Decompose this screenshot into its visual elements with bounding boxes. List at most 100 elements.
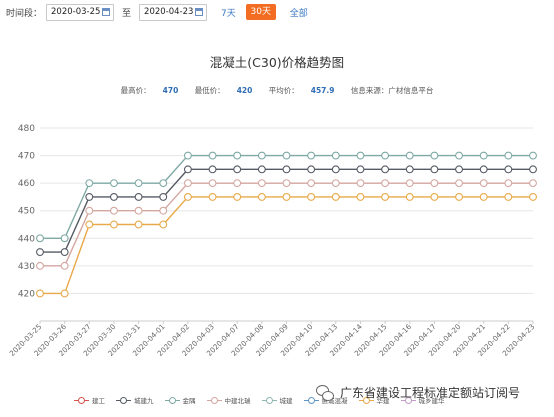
data-point xyxy=(307,179,316,188)
data-point xyxy=(36,248,44,257)
data-point xyxy=(356,179,365,188)
data-point xyxy=(109,179,118,188)
avg-price-value: 457.9 xyxy=(310,86,335,95)
data-point xyxy=(504,192,513,201)
legend-item[interactable]: 中建北瑞 xyxy=(206,395,251,405)
legend-item[interactable]: 城建 xyxy=(261,395,293,405)
data-point xyxy=(36,289,44,298)
data-point xyxy=(405,151,414,160)
data-point xyxy=(85,179,94,188)
y-tick-label: 420 xyxy=(18,289,35,299)
y-tick-label: 450 xyxy=(18,207,35,217)
data-point xyxy=(233,179,242,188)
data-point xyxy=(85,220,94,229)
data-point xyxy=(479,165,488,174)
data-point xyxy=(430,192,439,201)
data-point xyxy=(36,234,44,243)
data-point xyxy=(60,234,69,243)
data-point xyxy=(257,165,266,174)
watermark-text: 广东省建设工程标准定额站订阅号 xyxy=(340,386,521,400)
legend-swatch-icon xyxy=(74,396,89,404)
data-point xyxy=(529,192,537,201)
data-point xyxy=(233,151,242,160)
data-point xyxy=(331,179,340,188)
min-price-value: 420 xyxy=(236,86,253,95)
data-point xyxy=(529,179,537,188)
data-point xyxy=(257,151,266,160)
legend-label: 金隅 xyxy=(182,397,196,405)
data-point xyxy=(356,165,365,174)
y-tick-label: 480 xyxy=(18,124,35,134)
data-point xyxy=(208,165,217,174)
data-point xyxy=(257,192,266,201)
data-point xyxy=(159,220,168,229)
avg-price-label: 平均价： xyxy=(268,86,299,95)
min-price-label: 最低价： xyxy=(194,86,225,95)
legend-label: 城建九 xyxy=(134,397,154,405)
data-point xyxy=(282,165,291,174)
data-point xyxy=(307,192,316,201)
max-price-stat: 最高价： 470 xyxy=(121,86,179,95)
data-point xyxy=(504,179,513,188)
data-point xyxy=(60,289,69,298)
data-point xyxy=(504,165,513,174)
data-point xyxy=(381,179,390,188)
data-point xyxy=(529,151,537,160)
max-price-value: 470 xyxy=(162,86,179,95)
data-point xyxy=(430,179,439,188)
data-point xyxy=(307,165,316,174)
data-point xyxy=(233,192,242,201)
data-point xyxy=(381,165,390,174)
data-point xyxy=(381,151,390,160)
legend-swatch-icon xyxy=(206,396,222,404)
data-point xyxy=(134,220,143,229)
chart-title: 混凝土(C30)价格趋势图 xyxy=(209,55,345,70)
data-point xyxy=(183,151,192,160)
data-point xyxy=(208,151,217,160)
y-tick-label: 440 xyxy=(18,234,35,244)
data-point xyxy=(60,261,69,270)
data-point xyxy=(307,151,316,160)
data-point xyxy=(282,192,291,201)
info-source: 信息来源：广材信息平台 xyxy=(350,86,434,95)
legend-swatch-icon xyxy=(116,396,131,404)
data-point xyxy=(109,206,118,215)
data-point xyxy=(356,192,365,201)
data-point xyxy=(405,192,414,201)
data-point xyxy=(331,165,340,174)
data-point xyxy=(455,151,463,160)
data-point xyxy=(183,179,192,188)
data-point xyxy=(159,179,168,188)
avg-price-stat: 平均价： 457.9 xyxy=(269,86,335,95)
data-point xyxy=(183,165,192,174)
data-point xyxy=(479,192,488,201)
data-point xyxy=(455,192,463,201)
legend-label: 建工 xyxy=(92,397,105,405)
data-point xyxy=(85,192,94,201)
legend-swatch-icon xyxy=(164,396,180,404)
data-point xyxy=(159,192,168,201)
wechat-icon xyxy=(316,384,334,401)
data-point xyxy=(282,151,291,160)
data-point xyxy=(109,220,118,229)
data-point xyxy=(356,151,365,160)
data-point xyxy=(479,179,488,188)
data-point xyxy=(257,179,266,188)
data-point xyxy=(85,206,94,215)
data-point xyxy=(455,165,463,174)
data-point xyxy=(60,248,69,257)
data-point xyxy=(233,165,242,174)
legend-item[interactable]: 建工 xyxy=(74,395,105,405)
legend-item[interactable]: 城建九 xyxy=(116,395,154,405)
data-point xyxy=(479,151,488,160)
legend-item[interactable]: 金隅 xyxy=(164,395,196,405)
data-point xyxy=(381,192,390,201)
data-point xyxy=(134,206,143,215)
data-point xyxy=(331,192,340,201)
data-point xyxy=(208,179,217,188)
data-point xyxy=(455,179,463,188)
y-tick-label: 430 xyxy=(18,262,35,272)
data-point xyxy=(529,165,537,174)
legend-label: 中建北瑞 xyxy=(224,397,251,405)
y-tick-label: 470 xyxy=(18,152,35,162)
